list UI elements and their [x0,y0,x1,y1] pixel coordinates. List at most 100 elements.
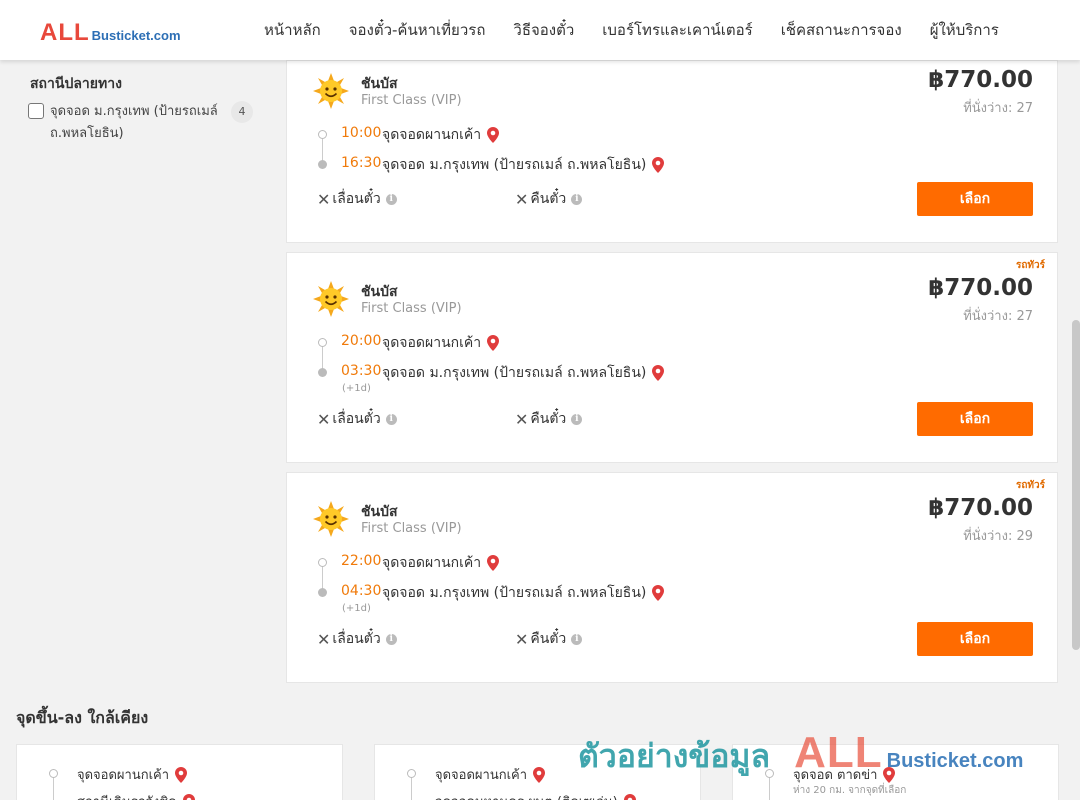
nearby-stop-card[interactable]: จุดจอดผานกเค้า จุดจอดมหานคร ผษต (ติดเซเว… [374,744,701,800]
trip-price: ฿770.00 [928,67,1033,93]
nearby-stop-card[interactable]: จุดจอด ตาดข่า ห่าง 20 กม. จากจุดที่เลือก [732,744,1059,800]
trip-price: ฿770.00 [928,495,1033,521]
select-trip-button[interactable]: เลือก [917,622,1033,656]
not-allowed-icon: ✕ [317,189,331,209]
refund-label: คืนตั๋ว [530,411,567,427]
reschedule-label: เลื่อนตั๋ว [332,631,381,647]
next-day-label: (+1d) [342,383,371,394]
map-pin-icon[interactable] [652,585,665,601]
operator-name: ชันบัส [361,504,398,520]
nearby-stop-label: จุดจอด ตาดข่า [793,768,878,783]
depart-stop[interactable]: จุดจอดผานกเค้า [382,332,500,354]
map-pin-icon[interactable] [487,555,500,571]
refund-label: คืนตั๋ว [530,191,567,207]
map-pin-icon[interactable] [623,793,636,800]
map-pin-icon[interactable] [182,793,195,800]
arrive-time: 16:30 [341,155,382,171]
nearby-stop-2[interactable]: จุดจอดมหานคร ผษต (ติดเซเว่น) [435,791,636,800]
stop-dot [765,769,774,778]
next-day-label: (+1d) [342,603,371,614]
select-trip-button[interactable]: เลือก [917,182,1033,216]
nav-check-booking[interactable]: เช็คสถานะการจอง [781,18,902,42]
info-icon[interactable]: i [571,193,583,205]
arrive-stop-label: จุดจอด ม.กรุงเทพ (ป้ายรถเมล์ ถ.พหลโยธิน) [382,157,647,173]
depart-time: 22:00 [341,553,382,569]
info-icon[interactable]: i [385,193,397,205]
top-header: ALL Busticket.com หน้าหลัก จองตั๋ว-ค้นหา… [0,0,1080,60]
refund-policy[interactable]: ✕ คืนตั๋ว i [515,628,583,650]
info-icon[interactable]: i [385,633,397,645]
reschedule-policy[interactable]: ✕ เลื่อนตั๋ว i [317,408,397,430]
arrive-stop[interactable]: จุดจอด ม.กรุงเทพ (ป้ายรถเมล์ ถ.พหลโยธิน) [382,582,665,604]
refund-policy[interactable]: ✕ คืนตั๋ว i [515,408,583,430]
map-pin-icon[interactable] [652,365,665,381]
refund-label: คืนตั๋ว [530,631,567,647]
seats-available: ที่นั่งว่าง: 27 [963,101,1033,116]
nearby-stop-card[interactable]: จุดจอดผานกเค้า สถานีเดินรถวังชิด [16,744,343,800]
route-line [322,566,323,590]
reschedule-policy[interactable]: ✕ เลื่อนตั๋ว i [317,628,397,650]
logo-busticket-text: Busticket.com [91,28,181,43]
depart-dot [318,338,327,347]
site-logo[interactable]: ALL Busticket.com [40,19,181,47]
seats-available: ที่นั่งว่าง: 29 [963,529,1033,544]
bus-class: First Class (VIP) [361,521,462,536]
destination-option-label[interactable]: จุดจอด ม.กรุงเทพ (ป้ายรถเมล์ ถ.พหลโยธิน) [50,101,225,145]
depart-stop-label: จุดจอดผานกเค้า [382,127,482,143]
info-icon[interactable]: i [571,413,583,425]
map-pin-icon[interactable] [487,335,500,351]
arrive-dot [318,368,327,377]
nearby-stops-title: จุดขึ้น-ลง ใกล้เคียง [16,708,149,727]
arrive-stop[interactable]: จุดจอด ม.กรุงเทพ (ป้ายรถเมล์ ถ.พหลโยธิน) [382,362,665,384]
info-icon[interactable]: i [571,633,583,645]
map-pin-icon[interactable] [883,766,896,783]
destination-filter-option[interactable]: จุดจอด ม.กรุงเทพ (ป้ายรถเมล์ ถ.พหลโยธิน)… [28,101,258,145]
nearby-stop-1[interactable]: จุดจอด ตาดข่า [793,764,896,785]
nav-book-search[interactable]: จองตั๋ว-ค้นหาเที่ยวรถ [349,18,486,42]
nav-phone-counter[interactable]: เบอร์โทรและเคาน์เตอร์ [602,18,752,42]
trip-type-badge: รถทัวร์ [1015,480,1045,491]
trip-price: ฿770.00 [928,275,1033,301]
map-pin-icon[interactable] [175,766,188,783]
nav-operators[interactable]: ผู้ให้บริการ [930,18,999,42]
nearby-stop-1[interactable]: จุดจอดผานกเค้า [435,764,546,785]
info-icon[interactable]: i [385,413,397,425]
nav-how-to-book[interactable]: วิธีจองตั๋ว [513,18,574,42]
sun-logo-icon [313,501,349,537]
nearby-stop-2[interactable]: สถานีเดินรถวังชิด [77,791,195,800]
map-pin-icon[interactable] [487,127,500,143]
trip-card: รถทัวร์ ชันบัส First Class (VIP) ฿770.00… [286,252,1058,463]
depart-stop-label: จุดจอดผานกเค้า [382,555,482,571]
nearby-stop-label: จุดจอดผานกเค้า [77,768,170,783]
depart-dot [318,558,327,567]
refund-policy[interactable]: ✕ คืนตั๋ว i [515,188,583,210]
depart-stop[interactable]: จุดจอดผานกเค้า [382,552,500,574]
depart-stop[interactable]: จุดจอดผานกเค้า [382,124,500,146]
sun-logo-icon [313,73,349,109]
nav-home[interactable]: หน้าหลัก [264,18,321,42]
select-trip-button[interactable]: เลือก [917,402,1033,436]
map-pin-icon[interactable] [533,766,546,783]
arrive-time: 03:30 [341,363,382,379]
nearby-stop-label: จุดจอดมหานคร ผษต (ติดเซเว่น) [435,791,618,800]
nearby-stop-1[interactable]: จุดจอดผานกเค้า [77,764,188,785]
reschedule-policy[interactable]: ✕ เลื่อนตั๋ว i [317,188,397,210]
arrive-stop-label: จุดจอด ม.กรุงเทพ (ป้ายรถเมล์ ถ.พหลโยธิน) [382,365,647,381]
page-scrollbar[interactable] [1072,320,1080,650]
arrive-stop[interactable]: จุดจอด ม.กรุงเทพ (ป้ายรถเมล์ ถ.พหลโยธิน) [382,154,665,176]
not-allowed-icon: ✕ [515,629,529,649]
trip-card: รถทัวร์ ชันบัส First Class (VIP) ฿770.00… [286,472,1058,683]
trip-type-badge: รถทัวร์ [1015,260,1045,271]
depart-time: 10:00 [341,125,382,141]
nearby-distance: ห่าง 20 กม. จากจุดที่เลือก [793,785,907,796]
operator-name: ชันบัส [361,76,398,92]
route-line [322,346,323,370]
destination-checkbox[interactable] [28,103,44,119]
nearby-stop-label: จุดจอดผานกเค้า [435,768,528,783]
destination-option-count: 4 [231,101,253,123]
operator-name: ชันบัส [361,284,398,300]
not-allowed-icon: ✕ [515,189,529,209]
depart-time: 20:00 [341,333,382,349]
depart-stop-label: จุดจอดผานกเค้า [382,335,482,351]
map-pin-icon[interactable] [652,157,665,173]
